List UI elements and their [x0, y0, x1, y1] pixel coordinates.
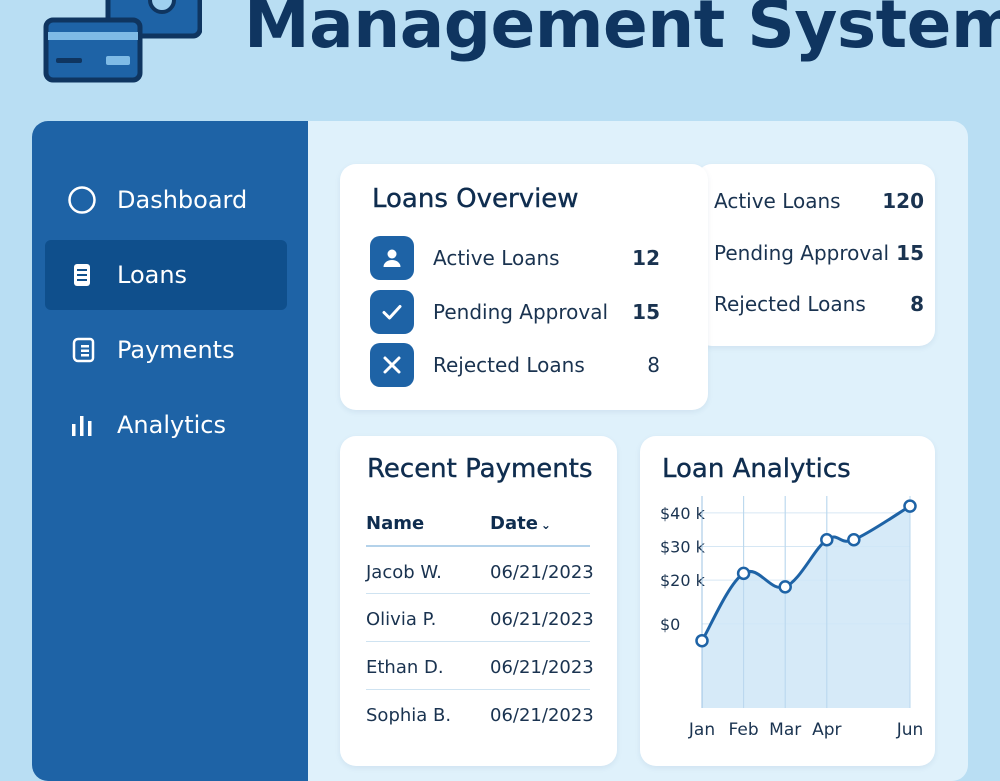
credit-card-logo-icon: [43, 0, 202, 83]
overview-value: 15: [632, 300, 660, 324]
data-point: [778, 580, 792, 594]
divider: [366, 641, 590, 642]
data-point: [820, 532, 834, 547]
x-tick-label: Feb: [729, 720, 759, 740]
loan-summary-card: Active Loans 120 Pending Approval 15 Rej…: [696, 164, 935, 346]
sidebar: Dashboard Loans Payments Analytics: [32, 121, 308, 781]
data-point: [695, 633, 709, 648]
x-tick-label: Jun: [896, 720, 924, 740]
summary-value: 15: [896, 241, 924, 265]
cell-date: 06/21/2023: [490, 562, 594, 583]
chart-area: [702, 506, 910, 708]
card-title: Loans Overview: [372, 184, 579, 214]
table-row[interactable]: Jacob W. 06/21/2023: [366, 562, 594, 583]
card-title: Recent Payments: [367, 454, 593, 484]
sidebar-item-dashboard[interactable]: Dashboard: [45, 165, 287, 235]
overview-label: Pending Approval: [433, 300, 609, 324]
sidebar-item-loans[interactable]: Loans: [45, 240, 287, 310]
overview-value: 12: [632, 246, 660, 270]
x-tick-label: Mar: [769, 720, 801, 740]
table-row[interactable]: Ethan D. 06/21/2023: [366, 657, 594, 678]
summary-value: 120: [882, 189, 924, 213]
column-header-date[interactable]: Date ⌄: [490, 513, 590, 534]
x-tick-label: Apr: [812, 720, 841, 740]
cell-name: Ethan D.: [366, 657, 444, 678]
data-point: [847, 532, 861, 547]
loan-analytics-card: Loan Analytics $0 $20 k $30 k $40 k Jan Feb Ma…: [640, 436, 935, 766]
table-row[interactable]: Olivia P. 06/21/2023: [366, 609, 594, 630]
y-tick-label: $20 k: [660, 571, 706, 590]
circle-icon: [67, 185, 97, 215]
summary-label: Pending Approval: [714, 241, 890, 265]
summary-value: 8: [910, 292, 924, 316]
loan-analytics-chart: $0 $20 k $30 k $40 k Jan Feb Mar Apr Jun: [660, 496, 924, 740]
y-tick-label: $30 k: [660, 537, 706, 556]
user-icon: [370, 236, 414, 280]
table-row[interactable]: Sophia B. 06/21/2023: [366, 705, 594, 726]
sidebar-item-payments[interactable]: Payments: [45, 315, 287, 385]
cell-date: 06/21/2023: [490, 705, 594, 726]
overview-label: Active Loans: [433, 246, 560, 270]
x-icon: [370, 343, 414, 387]
y-tick-label: $40 k: [660, 504, 706, 523]
chevron-down-icon: ⌄: [540, 518, 551, 532]
divider: [366, 593, 590, 594]
summary-row: Pending Approval 15: [714, 241, 924, 265]
overview-row-pending[interactable]: Pending Approval 15: [370, 290, 660, 334]
overview-row-active[interactable]: Active Loans 12: [370, 236, 660, 280]
cell-name: Sophia B.: [366, 705, 452, 726]
x-tick-label: Jan: [688, 720, 715, 740]
cell-name: Olivia P.: [366, 609, 437, 630]
cell-date: 06/21/2023: [490, 657, 594, 678]
overview-label: Rejected Loans: [433, 353, 585, 377]
divider: [366, 545, 590, 547]
bar-chart-icon: [67, 410, 97, 440]
loans-overview-card: Loans Overview Active Loans 12 Pending A…: [340, 164, 708, 410]
overview-value: 8: [647, 353, 660, 377]
summary-row: Rejected Loans 8: [714, 292, 924, 316]
column-header-name[interactable]: Name: [366, 513, 490, 534]
sidebar-item-label: Dashboard: [117, 186, 248, 214]
sidebar-item-analytics[interactable]: Analytics: [45, 390, 287, 460]
app-frame: Dashboard Loans Payments Analytics Activ…: [32, 121, 968, 781]
sidebar-item-label: Payments: [117, 336, 235, 364]
app-title: Management System: [244, 0, 1000, 63]
summary-row: Active Loans 120: [714, 189, 924, 213]
divider: [366, 689, 590, 690]
summary-label: Active Loans: [714, 189, 841, 213]
table-header: Name Date ⌄: [366, 513, 590, 534]
summary-label: Rejected Loans: [714, 292, 866, 316]
receipt-icon: [67, 335, 97, 365]
overview-row-rejected[interactable]: Rejected Loans 8: [370, 343, 660, 387]
data-point: [903, 499, 917, 513]
recent-payments-card: Recent Payments Name Date ⌄ Jacob W. 06/2…: [340, 436, 617, 766]
check-icon: [370, 290, 414, 334]
data-point: [736, 566, 751, 581]
sidebar-item-label: Analytics: [117, 411, 226, 439]
document-icon: [67, 260, 97, 290]
cell-date: 06/21/2023: [490, 609, 594, 630]
sidebar-item-label: Loans: [117, 261, 188, 289]
y-tick-label: $0: [660, 615, 680, 634]
cell-name: Jacob W.: [366, 562, 442, 583]
